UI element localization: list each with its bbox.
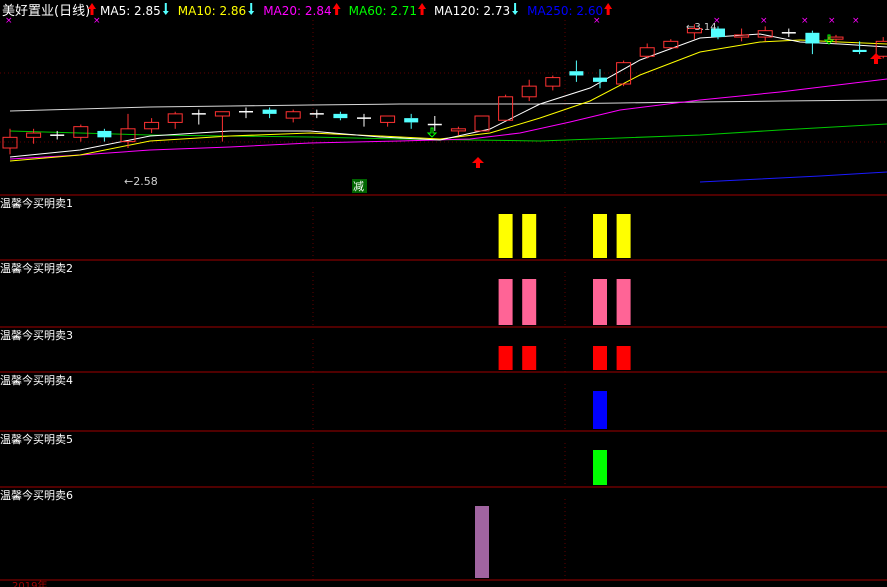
indicator-ma-item: MA60: 2.71 [349, 3, 427, 18]
signal-bar [522, 214, 537, 258]
low-price-label: ←2.58 [124, 175, 158, 188]
signal-bar [498, 346, 513, 370]
svg-text:×: × [801, 16, 809, 26]
signal-bar [475, 506, 489, 578]
svg-text:×: × [828, 16, 836, 26]
indicator-ma-item: MA10: 2.86 [178, 3, 255, 18]
footer-year-label: 2019年 [12, 579, 47, 587]
signal-bar [498, 279, 513, 325]
stock-name: 美好置业(日线) [2, 4, 90, 19]
indicator-ma-item: MA120: 2.73 [434, 3, 519, 18]
svg-text:×: × [93, 16, 101, 26]
indicator-label: MA10: 2.86 [178, 4, 246, 18]
indicator-panel-label: 温馨今买明卖1 [0, 196, 73, 210]
indicator-panel-label: 温馨今买明卖2 [0, 261, 73, 275]
signal-bar [593, 346, 607, 370]
svg-text:×: × [760, 16, 768, 26]
chart-background [0, 0, 887, 587]
indicator-label: MA20: 2.84 [263, 4, 331, 18]
signal-bar [593, 279, 607, 325]
indicator-panel-label: 温馨今买明卖5 [0, 432, 73, 446]
signal-bar [593, 214, 607, 258]
indicator-ma-item: MA5: 2.85 [100, 3, 169, 18]
signal-bar [616, 214, 631, 258]
signal-bar [498, 214, 513, 258]
stock-chart[interactable]: 美好置业(日线) MA5: 2.85 MA10: 2.86 MA20: 2.84 MA… [0, 0, 887, 587]
indicator-label: MA250: 2.60 [527, 4, 603, 18]
signal-bar [593, 450, 607, 485]
indicator-panel-label: 温馨今买明卖3 [0, 328, 73, 342]
indicator-label: MA120: 2.73 [434, 4, 510, 18]
svg-text:×: × [593, 16, 601, 26]
signal-bar [522, 279, 537, 325]
signal-bar [616, 279, 631, 325]
high-price-label: ←3.14 [686, 22, 717, 33]
signal-bar [616, 346, 631, 370]
indicator-panel-label: 温馨今买明卖6 [0, 488, 73, 502]
signal-bar [522, 346, 537, 370]
indicator-panel-label: 温馨今买明卖4 [0, 373, 73, 387]
footer: 2019年 [12, 579, 47, 587]
tag-label: 减 [353, 180, 364, 193]
indicator-label: MA60: 2.71 [349, 4, 417, 18]
indicator-ma-item: MA20: 2.84 [263, 3, 341, 18]
svg-text:×: × [852, 16, 860, 26]
svg-text:×: × [5, 16, 13, 26]
signal-bar [593, 391, 607, 429]
indicator-label: MA5: 2.85 [100, 4, 161, 18]
